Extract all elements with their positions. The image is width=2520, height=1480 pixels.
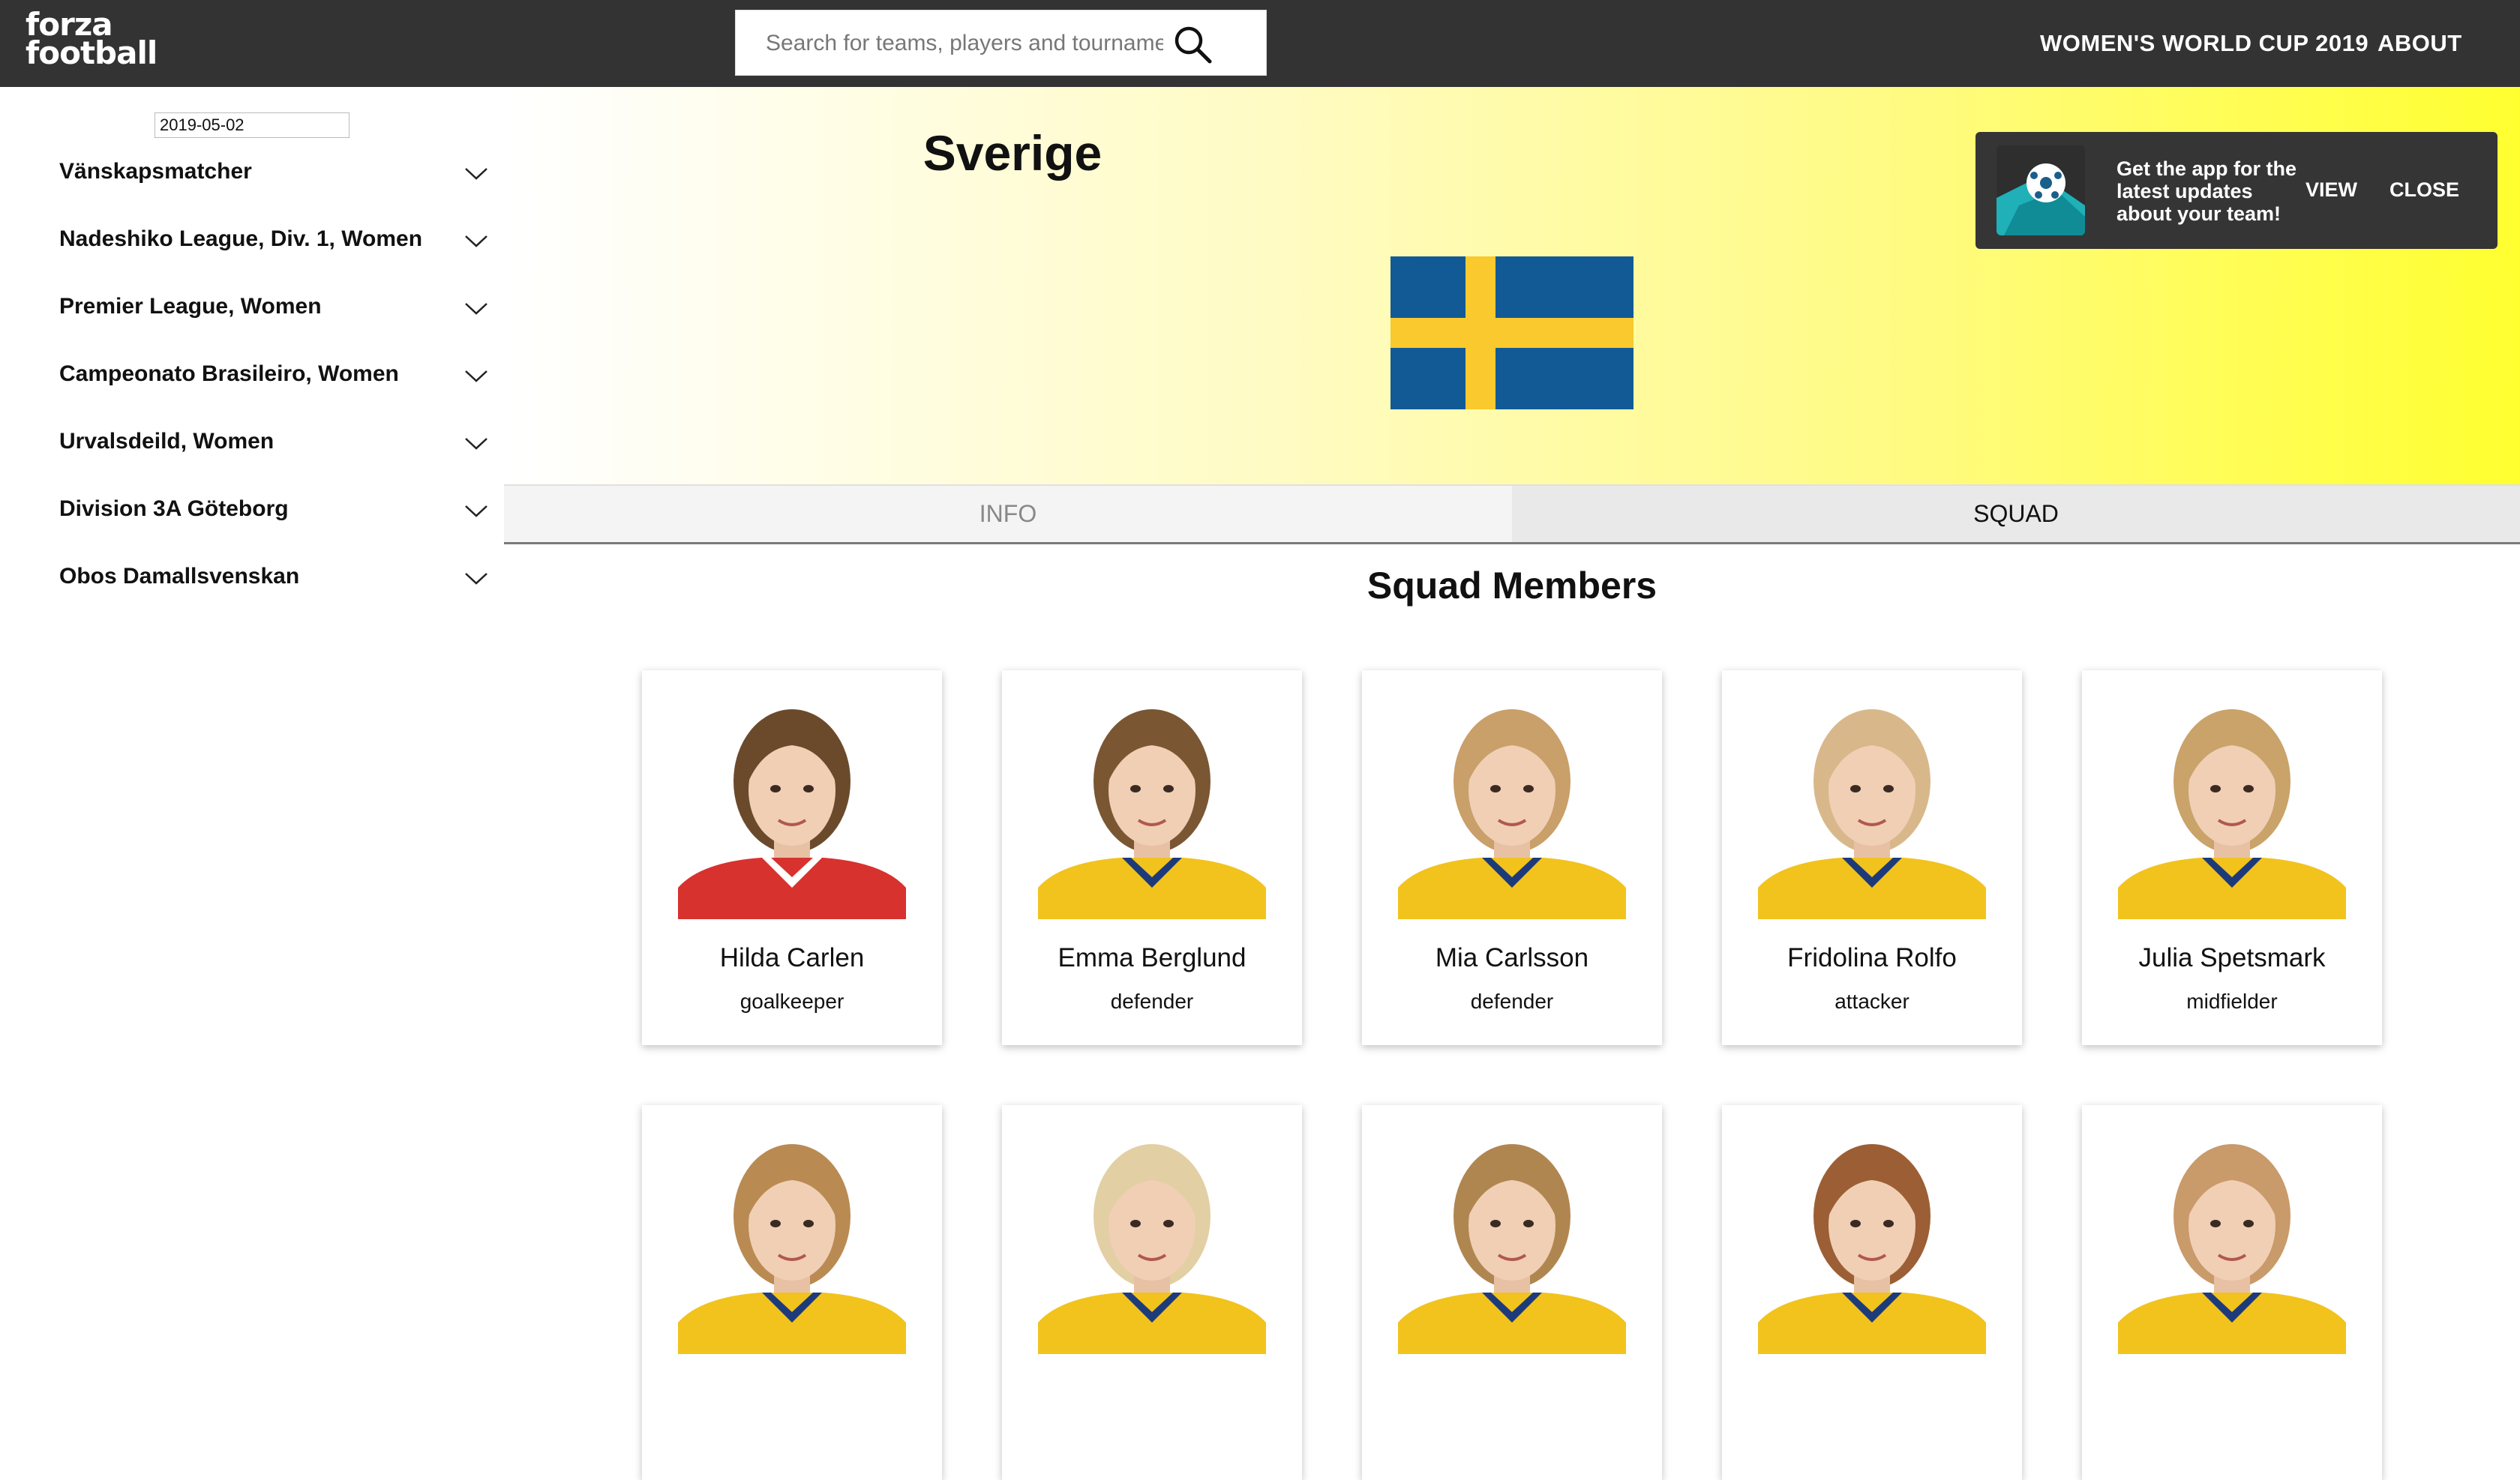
player-name: Fridolina Rolfo [1787,943,1957,972]
chevron-down-icon [465,573,488,585]
app-promo-banner: Get the app for the latest updates about… [1976,132,2498,249]
player-card[interactable]: Julia Spetsmark midfielder [2082,670,2382,1045]
league-label: Division 3A Göteborg [59,496,289,521]
sweden-flag-icon [1390,256,1634,409]
player-card[interactable] [1362,1105,1662,1480]
promo-text: Get the app for the latest updates about… [2116,157,2297,225]
nav-link-about[interactable]: ABOUT [2378,30,2462,57]
forza-app-icon [1996,145,2085,235]
player-photo [678,691,906,919]
team-tabs: INFO SQUAD [504,484,2520,544]
league-label: Urvalsdeild, Women [59,429,274,454]
player-position: defender [1110,990,1194,1013]
league-label: Campeonato Brasileiro, Women [59,361,399,386]
player-card[interactable]: Mia Carlsson defender [1362,670,1662,1045]
player-position: defender [1470,990,1554,1013]
player-photo [2118,691,2346,919]
player-photo [678,1126,906,1354]
nav-link-womens-world-cup[interactable]: WOMEN'S WORLD CUP 2019 [2040,30,2368,57]
sidebar-league-premier-league-women[interactable]: Premier League, Women [59,289,494,334]
squad-section-title: Squad Members [1366,565,1658,607]
team-name: Sverige [922,125,1102,181]
player-photo [2118,1126,2346,1354]
team-hero: Sverige Get the app for the latest updat… [504,87,2520,484]
player-position: attacker [1834,990,1910,1013]
top-navigation-bar: forza football WOMEN'S WORLD CUP 2019 AB… [0,0,2520,87]
player-card[interactable] [1002,1105,1302,1480]
chevron-down-icon [465,303,488,315]
player-name: Julia Spetsmark [2138,943,2326,972]
chevron-down-icon [465,168,488,180]
promo-close-button[interactable]: CLOSE [2390,178,2459,202]
player-card[interactable] [1722,1105,2022,1480]
sidebar-league-nadeshiko[interactable]: Nadeshiko League, Div. 1, Women [59,222,494,267]
league-label: Premier League, Women [59,294,322,319]
player-photo [1038,1126,1266,1354]
search-box [735,10,1267,76]
player-photo [1038,691,1266,919]
chevron-down-icon [465,438,488,450]
player-position: goalkeeper [740,990,844,1013]
date-input[interactable] [154,112,350,138]
sidebar-league-vanskapsmatcher[interactable]: Vänskapsmatcher [59,154,494,199]
player-name: Hilda Carlen [719,943,865,972]
league-label: Vänskapsmatcher [59,159,252,184]
league-label: Obos Damallsvenskan [59,564,300,589]
player-card[interactable]: Emma Berglund defender [1002,670,1302,1045]
player-position: midfielder [2186,990,2278,1013]
forza-football-logo[interactable]: forza football [26,9,158,71]
tab-squad[interactable]: SQUAD [1512,486,2520,542]
sidebar-league-division-3a-goteborg[interactable]: Division 3A Göteborg [59,492,494,537]
player-photo [1758,1126,1986,1354]
promo-view-button[interactable]: VIEW [2306,178,2357,202]
sidebar-league-urvalsdeild[interactable]: Urvalsdeild, Women [59,424,494,469]
chevron-down-icon [465,370,488,382]
chevron-down-icon [465,235,488,247]
player-name: Mia Carlsson [1435,943,1589,972]
player-photo [1398,691,1626,919]
search-icon[interactable] [1171,22,1216,67]
player-card[interactable] [2082,1105,2382,1480]
player-card[interactable]: Hilda Carlen goalkeeper [642,670,942,1045]
sidebar-league-campeonato-brasileiro[interactable]: Campeonato Brasileiro, Women [59,357,494,402]
league-label: Nadeshiko League, Div. 1, Women [59,226,423,251]
sidebar-league-obos-damallsvenskan[interactable]: Obos Damallsvenskan [59,559,494,604]
search-input[interactable] [766,27,1163,60]
chevron-down-icon [465,505,488,517]
player-photo [1758,691,1986,919]
logo-text-football: football [26,34,158,71]
player-name: Emma Berglund [1058,943,1246,972]
player-photo [1398,1126,1626,1354]
player-card[interactable]: Fridolina Rolfo attacker [1722,670,2022,1045]
player-card[interactable] [642,1105,942,1480]
tab-info[interactable]: INFO [504,486,1512,542]
